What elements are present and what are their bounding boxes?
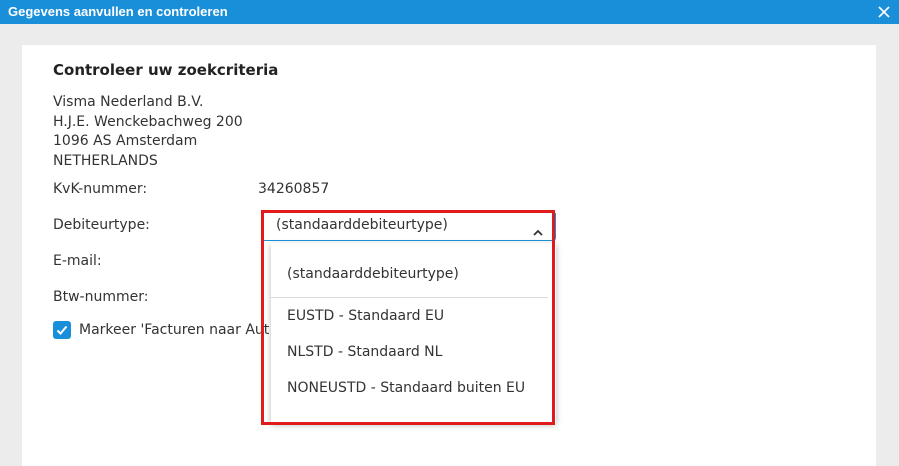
kvk-value: 34260857 (258, 181, 330, 197)
invoices-checkbox[interactable] (53, 321, 71, 339)
close-icon[interactable] (877, 4, 891, 18)
debtor-type-label: Debiteurtype: (53, 217, 150, 233)
kvk-label: KvK-nummer: (53, 181, 148, 197)
address-line-country: NETHERLANDS (53, 153, 158, 169)
debtor-type-selected-value: (standaarddebiteurtype) (276, 217, 448, 233)
dialog-title: Gegevens aanvullen en controleren (8, 4, 228, 19)
debtor-type-dropdown: (standaarddebiteurtype) EUSTD - Standaar… (271, 243, 556, 423)
email-label: E-mail: (53, 253, 102, 269)
dropdown-option-nlstd[interactable]: NLSTD - Standaard NL (287, 344, 442, 360)
dialog-titlebar: Gegevens aanvullen en controleren (0, 0, 899, 24)
address-line-city: 1096 AS Amsterdam (53, 133, 198, 149)
btw-label: Btw-nummer: (53, 289, 149, 305)
debtor-type-select[interactable]: (standaarddebiteurtype) (262, 213, 556, 241)
address-line-company: Visma Nederland B.V. (53, 94, 204, 110)
dropdown-option-standard[interactable]: (standaarddebiteurtype) (287, 266, 459, 282)
page-title: Controleer uw zoekcriteria (53, 61, 279, 79)
dropdown-option-noneustd[interactable]: NONEUSTD - Standaard buiten EU (287, 380, 525, 396)
form-panel: Controleer uw zoekcriteria Visma Nederla… (22, 45, 876, 466)
checkmark-icon (56, 325, 68, 335)
address-line-street: H.J.E. Wenckebachweg 200 (53, 114, 243, 130)
chevron-up-icon[interactable] (533, 222, 543, 236)
dropdown-option-eustd[interactable]: EUSTD - Standaard EU (287, 308, 444, 324)
dropdown-divider (271, 297, 548, 298)
invoices-checkbox-label: Markeer 'Facturen naar Aut (79, 322, 270, 338)
